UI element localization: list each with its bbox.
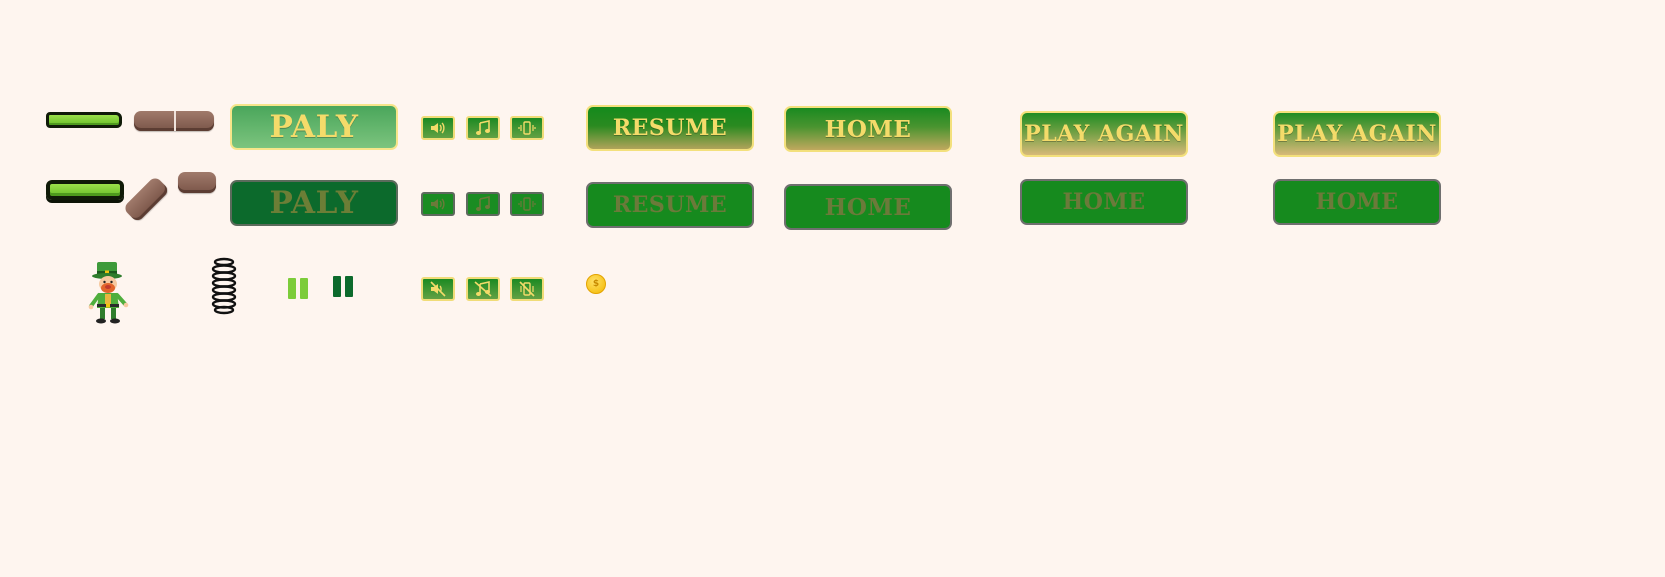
- vibration-icon: [518, 121, 536, 135]
- resume-button-pressed[interactable]: RESUME: [586, 182, 754, 228]
- play-button[interactable]: PALY: [230, 104, 398, 150]
- play-button-label: PALY: [269, 109, 359, 145]
- resume-button-label: RESUME: [612, 115, 728, 141]
- sound-off-button[interactable]: [421, 277, 455, 301]
- speaker-icon: [431, 198, 445, 210]
- wood-plank-short: [178, 172, 216, 193]
- vibration-button-pressed[interactable]: [510, 192, 544, 216]
- music-button[interactable]: [466, 116, 500, 140]
- home-button-pressed-label: HOME: [824, 193, 912, 221]
- vibration-button[interactable]: [510, 116, 544, 140]
- sound-button[interactable]: [421, 116, 455, 140]
- music-muted-icon: [474, 281, 492, 297]
- play-again-button-2-label: PLAY AGAIN: [1277, 121, 1437, 147]
- grass-platform-large: [46, 180, 124, 200]
- home-button-pressed[interactable]: HOME: [784, 184, 952, 230]
- leprechaun-character: [88, 262, 129, 324]
- pause-icon-pressed[interactable]: [333, 276, 353, 297]
- music-note-icon: [476, 196, 490, 211]
- home-button[interactable]: HOME: [784, 106, 952, 152]
- play-button-pressed-label: PALY: [269, 185, 359, 221]
- resume-button[interactable]: RESUME: [586, 105, 754, 151]
- speaker-icon: [431, 122, 445, 134]
- music-button-pressed[interactable]: [466, 192, 500, 216]
- play-again-button-label: PLAY AGAIN: [1024, 121, 1184, 147]
- play-again-button-2[interactable]: PLAY AGAIN: [1273, 111, 1441, 157]
- home-button-alt-2-label: HOME: [1315, 189, 1399, 215]
- coin-symbol: $: [592, 279, 600, 289]
- speaker-muted-icon: [430, 281, 446, 297]
- music-note-icon: [476, 120, 490, 135]
- wood-plank-split: [134, 111, 214, 131]
- play-again-button[interactable]: PLAY AGAIN: [1020, 111, 1188, 157]
- play-button-pressed[interactable]: PALY: [230, 180, 398, 226]
- vibration-off-button[interactable]: [510, 277, 544, 301]
- wood-plank-diagonal: [122, 175, 170, 223]
- home-button-alt-label: HOME: [1062, 189, 1146, 215]
- resume-button-pressed-label: RESUME: [612, 192, 728, 218]
- spring-icon: [211, 257, 237, 315]
- vibration-off-icon: [519, 281, 535, 297]
- vibration-icon: [518, 197, 536, 211]
- home-button-alt[interactable]: HOME: [1020, 179, 1188, 225]
- sound-button-pressed[interactable]: [421, 192, 455, 216]
- coin-icon: $: [586, 274, 606, 294]
- home-button-alt-2[interactable]: HOME: [1273, 179, 1441, 225]
- grass-platform-small: [46, 112, 122, 128]
- music-off-button[interactable]: [466, 277, 500, 301]
- pause-icon[interactable]: [288, 278, 308, 299]
- home-button-label: HOME: [824, 115, 912, 143]
